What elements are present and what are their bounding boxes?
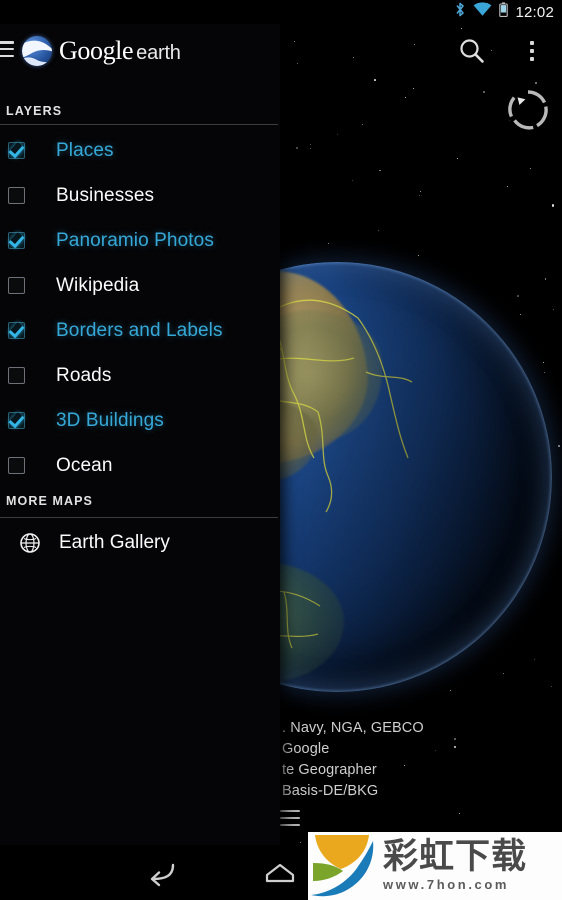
layer-label: 3D Buildings xyxy=(56,409,164,431)
device-screen: . Navy, NGA, GEBCO Google te Geographer … xyxy=(0,0,562,900)
watermark-url: www.7hon.com xyxy=(383,877,510,892)
checkbox-places[interactable] xyxy=(8,142,25,159)
checkbox-borders-and-labels[interactable] xyxy=(8,322,25,339)
star xyxy=(361,124,363,126)
brand-primary: Google xyxy=(59,36,134,65)
layer-label: Borders and Labels xyxy=(56,319,223,341)
star xyxy=(459,812,461,814)
attribution-line: Google xyxy=(282,741,330,757)
section-divider xyxy=(0,124,278,125)
globe-icon xyxy=(20,533,40,553)
app-wordmark: Google earth xyxy=(59,36,181,65)
caihong-logo-icon xyxy=(309,833,377,899)
overflow-menu-icon[interactable] xyxy=(516,32,548,70)
star xyxy=(309,144,311,146)
attribution-line: te Geographer xyxy=(282,762,377,778)
home-icon[interactable] xyxy=(258,853,302,893)
layer-label: Roads xyxy=(56,364,112,386)
checkbox-3d-buildings[interactable] xyxy=(8,412,25,429)
back-icon[interactable] xyxy=(140,853,184,893)
bluetooth-icon xyxy=(454,2,466,22)
star xyxy=(404,96,407,99)
layer-row-panoramio-photos[interactable]: Panoramio Photos xyxy=(0,218,280,263)
checkbox-businesses[interactable] xyxy=(8,187,25,204)
layers-list: Places Businesses Panoramio Photos Wikip… xyxy=(0,128,280,488)
google-earth-globe-icon xyxy=(22,36,52,66)
star xyxy=(418,194,420,196)
compass-icon[interactable] xyxy=(504,86,552,134)
star xyxy=(482,90,485,94)
layer-label: Panoramio Photos xyxy=(56,229,214,251)
layer-label: Ocean xyxy=(56,454,113,476)
brand-secondary: earth xyxy=(136,42,181,64)
checkbox-ocean[interactable] xyxy=(8,457,25,474)
star xyxy=(328,242,330,244)
layers-drawer: Google earth LAYERS Places Businesses Pa… xyxy=(0,24,280,845)
star xyxy=(418,254,420,256)
layers-section: LAYERS xyxy=(0,104,280,125)
star xyxy=(535,82,537,84)
wifi-icon xyxy=(473,2,492,22)
attribution-menu-icon[interactable] xyxy=(280,810,300,826)
map-attribution: . Navy, NGA, GEBCO Google te Geographer … xyxy=(282,718,542,802)
layer-row-3d-buildings[interactable]: 3D Buildings xyxy=(0,398,280,443)
attribution-line: Basis-DE/BKG xyxy=(282,783,379,799)
layer-row-ocean[interactable]: Ocean xyxy=(0,443,280,488)
layer-row-businesses[interactable]: Businesses xyxy=(0,173,280,218)
watermark-title: 彩虹下载 xyxy=(383,837,528,877)
layer-row-roads[interactable]: Roads xyxy=(0,353,280,398)
star xyxy=(456,157,458,159)
layers-section-label: LAYERS xyxy=(6,104,63,118)
hamburger-menu-icon[interactable] xyxy=(0,41,14,57)
star xyxy=(300,841,302,843)
battery-icon xyxy=(499,2,509,22)
layer-row-places[interactable]: Places xyxy=(0,128,280,173)
star xyxy=(374,79,376,81)
star xyxy=(412,87,414,89)
drawer-header: Google earth xyxy=(0,24,280,76)
watermark: 彩虹下载 www.7hon.com xyxy=(308,832,562,900)
layer-row-wikipedia[interactable]: Wikipedia xyxy=(0,263,280,308)
status-bar-clock: 12:02 xyxy=(515,3,554,21)
star xyxy=(551,204,555,207)
star xyxy=(552,308,554,310)
status-bar-icons: 12:02 xyxy=(454,0,554,24)
layer-label: Businesses xyxy=(56,184,155,206)
more-maps-section-label: MORE MAPS xyxy=(6,494,93,508)
layer-label: Places xyxy=(56,139,114,161)
star xyxy=(529,168,531,170)
more-maps-item-earth-gallery[interactable]: Earth Gallery xyxy=(0,520,280,566)
checkbox-roads[interactable] xyxy=(8,367,25,384)
more-maps-section: MORE MAPS xyxy=(0,494,280,514)
attribution-line: . Navy, NGA, GEBCO xyxy=(282,720,424,736)
star xyxy=(309,147,311,149)
star xyxy=(506,185,508,187)
star xyxy=(351,179,353,181)
star xyxy=(419,190,421,192)
more-maps-item-label: Earth Gallery xyxy=(59,532,170,553)
star xyxy=(336,133,339,136)
checkbox-panoramio-photos[interactable] xyxy=(8,232,25,249)
star xyxy=(377,230,379,232)
star xyxy=(379,169,381,172)
search-icon[interactable] xyxy=(452,32,492,70)
section-divider xyxy=(0,517,278,518)
app-branding: Google earth xyxy=(22,36,181,66)
star xyxy=(296,147,298,149)
layer-row-borders-and-labels[interactable]: Borders and Labels xyxy=(0,308,280,353)
watermark-text: 彩虹下载 www.7hon.com xyxy=(383,839,527,893)
layer-label: Wikipedia xyxy=(56,274,140,296)
checkbox-wikipedia[interactable] xyxy=(8,277,25,294)
status-bar: 12:02 xyxy=(0,0,562,24)
